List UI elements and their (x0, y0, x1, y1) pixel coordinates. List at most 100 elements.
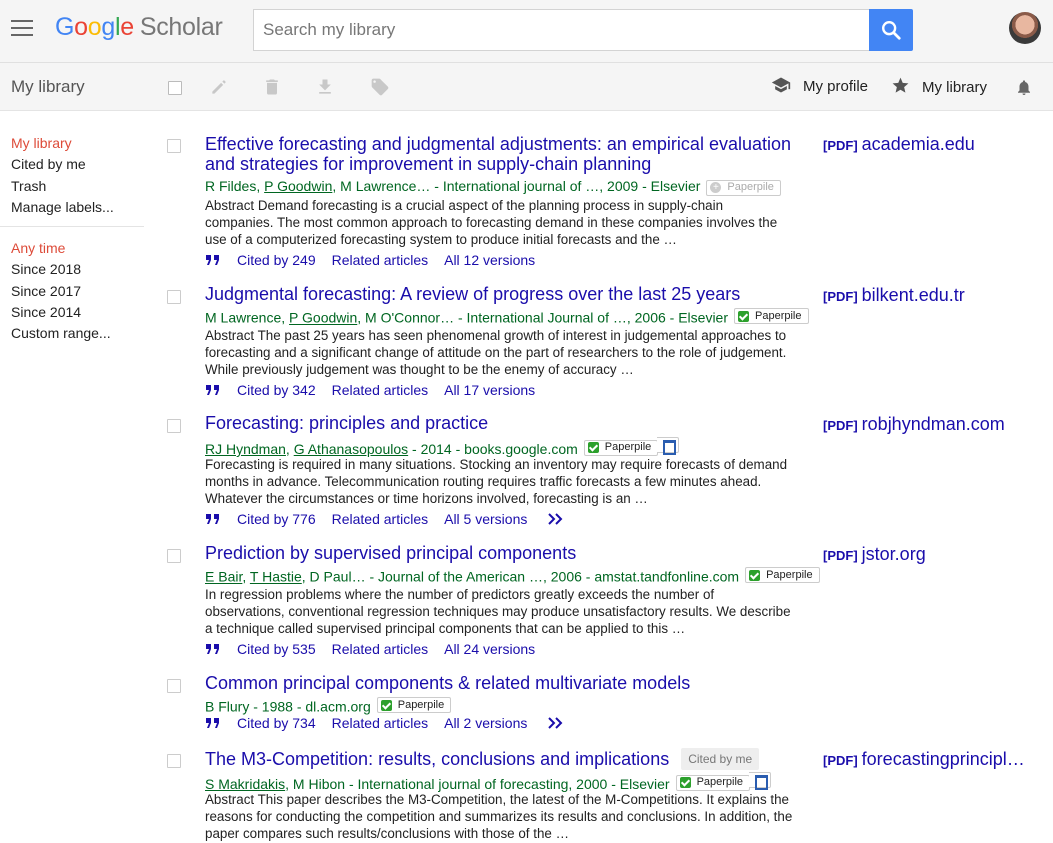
sidebar-item-my-library[interactable]: My library (11, 133, 144, 154)
search-input[interactable]: Search my library (253, 9, 870, 51)
result-actions: Cited by 342 Related articles All 17 versi… (205, 382, 535, 398)
all-versions-link[interactable]: All 12 versions (444, 252, 535, 268)
author-link[interactable]: P Goodwin (264, 178, 332, 194)
related-articles-link[interactable]: Related articles (332, 715, 429, 731)
result-checkbox[interactable] (167, 139, 181, 153)
result-title: The M3-Competition: results, conclusions… (205, 748, 805, 770)
label-icon[interactable] (370, 77, 390, 97)
all-versions-link[interactable]: All 24 versions (444, 641, 535, 657)
download-icon[interactable] (315, 77, 335, 97)
avatar[interactable] (1009, 12, 1041, 44)
search-button[interactable] (869, 9, 913, 51)
quote-icon[interactable] (205, 513, 221, 525)
result-actions: Cited by 535 Related articles All 24 versi… (205, 641, 535, 657)
paperpile-button[interactable]: Paperpile (734, 308, 809, 324)
result-snippet: In regression problems where the number … (205, 587, 791, 636)
menu-icon[interactable] (11, 20, 33, 38)
google-scholar-logo[interactable]: Google Scholar (55, 13, 223, 42)
star-icon (892, 77, 909, 93)
related-articles-link[interactable]: Related articles (332, 382, 429, 398)
author-link[interactable]: S Makridakis (205, 776, 285, 792)
result-snippet: Forecasting is required in many situatio… (205, 457, 788, 506)
cited-by-me-badge: Cited by me (681, 748, 760, 770)
time-filter-since-2018[interactable]: Since 2018 (11, 259, 144, 280)
all-versions-link[interactable]: All 17 versions (444, 382, 535, 398)
document-icon[interactable] (657, 437, 680, 455)
paperpile-button[interactable]: Paperpile (583, 439, 659, 456)
time-filter-since-2014[interactable]: Since 2014 (11, 302, 144, 323)
result-title[interactable]: Common principal components & related mu… (205, 673, 795, 693)
result-checkbox[interactable] (167, 754, 181, 768)
paperpile-button[interactable]: Paperpile (376, 697, 452, 713)
time-filter-since-2017[interactable]: Since 2017 (11, 281, 144, 302)
quote-icon[interactable] (205, 254, 221, 266)
sidebar-item-manage-labels[interactable]: Manage labels... (11, 197, 144, 218)
graduation-cap-icon (771, 77, 791, 93)
result-checkbox[interactable] (167, 419, 181, 433)
result-meta: B Flury - 1988 - dl.acm.org Paperpile (205, 697, 452, 716)
author-link[interactable]: T Hastie (250, 569, 302, 585)
cited-by-link[interactable]: Cited by 249 (237, 252, 316, 268)
result-checkbox[interactable] (167, 549, 181, 563)
sidebar-item-trash[interactable]: Trash (11, 176, 144, 197)
result-title[interactable]: Forecasting: principles and practice (205, 413, 795, 433)
quote-icon[interactable] (205, 717, 221, 729)
double-chevron-icon[interactable] (547, 513, 565, 525)
check-icon (679, 777, 691, 788)
pdf-link[interactable]: [PDF] forecastingprincipl… (823, 749, 1043, 770)
time-filter-custom-range[interactable]: Custom range... (11, 323, 144, 344)
sidebar: My library Cited by me Trash Manage labe… (0, 133, 144, 345)
author-link[interactable]: P Goodwin (289, 310, 357, 326)
delete-icon[interactable] (262, 77, 282, 97)
sidebar-item-cited-by-me[interactable]: Cited by me (11, 154, 144, 175)
result-title[interactable]: Judgmental forecasting: A review of prog… (205, 284, 795, 304)
pdf-link[interactable]: [PDF] academia.edu (823, 134, 1043, 155)
result-meta: E Bair, T Hastie, D Paul… - Journal of t… (205, 567, 820, 586)
document-icon[interactable] (749, 772, 772, 790)
check-icon (738, 310, 750, 322)
author-link[interactable]: RJ Hyndman (205, 441, 286, 457)
related-articles-link[interactable]: Related articles (332, 252, 429, 268)
time-filter-any-time[interactable]: Any time (11, 238, 144, 259)
library-toolbar: My library My profile My library (0, 63, 1053, 111)
sidebar-divider (0, 226, 144, 228)
pdf-link[interactable]: [PDF] bilkent.edu.tr (823, 285, 1043, 306)
add-icon: + (710, 182, 722, 193)
paperpile-button[interactable]: + Paperpile (706, 179, 781, 196)
my-profile-link[interactable]: My profile (771, 76, 868, 95)
edit-icon[interactable] (209, 77, 229, 97)
author-link[interactable]: E Bair (205, 569, 242, 585)
page-title: My library (11, 77, 85, 96)
all-versions-link[interactable]: All 5 versions (444, 511, 527, 527)
result-title[interactable]: Effective forecasting and judgmental adj… (205, 134, 795, 174)
check-icon (749, 569, 761, 581)
double-chevron-icon[interactable] (547, 717, 565, 729)
cited-by-link[interactable]: Cited by 776 (237, 511, 316, 527)
result-checkbox[interactable] (167, 679, 181, 693)
quote-icon[interactable] (205, 384, 221, 396)
paperpile-button[interactable]: Paperpile (675, 774, 751, 791)
related-articles-link[interactable]: Related articles (332, 511, 429, 527)
result-meta: RJ Hyndman, G Athanasopoulos - 2014 - bo… (205, 437, 680, 458)
select-all-checkbox[interactable] (168, 81, 182, 95)
result-title[interactable]: Prediction by supervised principal compo… (205, 543, 795, 563)
author-link[interactable]: G Athanasopoulos (294, 441, 408, 457)
result-snippet: Abstract The past 25 years has seen phen… (205, 328, 787, 377)
check-icon (587, 442, 599, 453)
result-checkbox[interactable] (167, 290, 181, 304)
paperpile-button[interactable]: Paperpile (745, 567, 820, 583)
pdf-link[interactable]: [PDF] robjhyndman.com (823, 414, 1043, 435)
pdf-link[interactable]: [PDF] jstor.org (823, 544, 1043, 565)
cited-by-link[interactable]: Cited by 342 (237, 382, 316, 398)
bell-icon[interactable] (1015, 78, 1033, 97)
cited-by-link[interactable]: Cited by 535 (237, 641, 316, 657)
search-icon (882, 21, 901, 40)
result-actions: Cited by 776 Related articles All 5 versio… (205, 511, 565, 527)
all-versions-link[interactable]: All 2 versions (444, 715, 527, 731)
related-articles-link[interactable]: Related articles (332, 641, 429, 657)
my-library-link[interactable]: My library (891, 76, 987, 96)
result-meta: R Fildes, P Goodwin, M Lawrence… - Inter… (205, 178, 781, 196)
result-meta: S Makridakis, M Hibon - International jo… (205, 772, 772, 793)
quote-icon[interactable] (205, 643, 221, 655)
cited-by-link[interactable]: Cited by 734 (237, 715, 316, 731)
